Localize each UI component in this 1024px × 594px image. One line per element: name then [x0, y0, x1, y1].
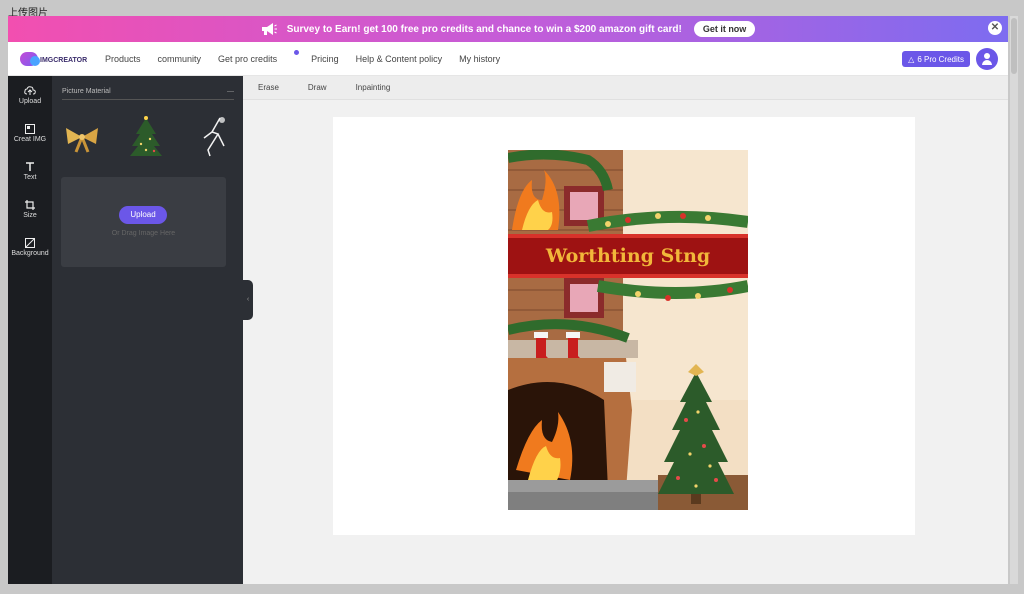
logo[interactable]: IMGCREATOR	[20, 51, 92, 66]
tool-size-label: Size	[23, 211, 37, 219]
gold-bow-sticker[interactable]	[62, 114, 102, 160]
christmas-fireplace-artwork[interactable]: Worthting Stng	[508, 150, 748, 510]
editor-tabs: Erase Draw Inpainting	[243, 76, 1008, 100]
christmas-tree-sticker[interactable]	[126, 114, 166, 160]
app-window: Survey to Earn! get 100 free pro credits…	[8, 16, 1008, 584]
upload-dropzone[interactable]: Upload Or Drag Image Here	[61, 177, 226, 267]
tool-text[interactable]: Text	[8, 152, 52, 190]
text-icon	[26, 161, 34, 171]
nav-item-get-pro-credits-label: Get pro credits	[218, 53, 278, 64]
tool-creat-img[interactable]: Creat IMG	[8, 114, 52, 152]
pro-credits-label: 6 Pro Credits	[917, 54, 964, 64]
page-scrollbar[interactable]	[1010, 16, 1018, 584]
tool-background-label: Background	[11, 249, 49, 257]
tab-erase[interactable]: Erase	[258, 83, 279, 92]
picture-material-title: Picture Material	[62, 88, 111, 95]
tab-inpainting[interactable]: Inpainting	[356, 83, 391, 92]
picture-material-header[interactable]: Picture Material —	[62, 88, 234, 100]
nav-item-pricing[interactable]: Pricing	[311, 54, 339, 64]
nav-item-my-history[interactable]: My history	[459, 54, 500, 64]
nav-menu: Products community Get pro credits Prici…	[105, 49, 517, 64]
flame-icon: △	[908, 54, 915, 64]
upload-hint-text: Or Drag Image Here	[111, 230, 176, 237]
chevron-left-icon: ‹	[246, 296, 250, 303]
logo-text: IMGCREATOR	[40, 57, 88, 64]
pro-credits-button[interactable]: △ 6 Pro Credits	[902, 51, 970, 67]
nav-item-help-content-policy[interactable]: Help & Content policy	[356, 54, 443, 64]
logo-mark-icon	[20, 51, 40, 66]
promo-message: Survey to Earn! get 100 free pro credits…	[286, 23, 682, 35]
tool-upload-label: Upload	[18, 97, 42, 105]
tool-text-label: Text	[23, 173, 37, 181]
close-icon[interactable]: ✕	[988, 21, 1002, 35]
tool-upload[interactable]: Upload	[8, 76, 52, 114]
tool-size[interactable]: Size	[8, 190, 52, 228]
material-panel: Picture Material — Upload Or Drag Image …	[52, 76, 243, 584]
nav-item-products[interactable]: Products	[105, 54, 141, 64]
promo-banner: Survey to Earn! get 100 free pro credits…	[8, 16, 1008, 42]
megaphone-icon	[261, 23, 277, 35]
nav-item-community[interactable]: community	[158, 54, 202, 64]
upload-button[interactable]: Upload	[119, 206, 167, 224]
collapse-minus-icon[interactable]: —	[227, 88, 234, 95]
new-badge-dot-icon	[294, 49, 300, 55]
tool-sidebar: Upload Creat IMG Text Size Background	[8, 76, 52, 584]
material-list	[62, 114, 234, 164]
image-icon	[25, 123, 35, 134]
crop-icon	[25, 199, 35, 210]
editor-canvas[interactable]: Worthting Stng	[333, 117, 915, 535]
lightning-sticker[interactable]	[194, 114, 234, 160]
cloud-upload-icon	[24, 85, 36, 95]
promo-get-it-now-button[interactable]: Get it now	[693, 21, 756, 37]
artwork-banner-text: Worthting Stng	[545, 245, 710, 267]
avatar[interactable]	[976, 48, 998, 70]
background-icon	[25, 237, 35, 248]
nav-item-get-pro-credits[interactable]: Get pro credits	[218, 49, 300, 64]
tab-draw[interactable]: Draw	[308, 83, 327, 92]
tool-background[interactable]: Background	[8, 228, 52, 266]
page-scrollbar-thumb[interactable]	[1011, 18, 1017, 74]
tool-creat-img-label: Creat IMG	[13, 135, 47, 143]
top-navigation: IMGCREATOR Products community Get pro cr…	[8, 42, 1008, 76]
editor-workspace: Erase Draw Inpainting Worthting Stng	[243, 76, 1008, 584]
panel-collapse-handle[interactable]: ‹	[243, 280, 253, 320]
